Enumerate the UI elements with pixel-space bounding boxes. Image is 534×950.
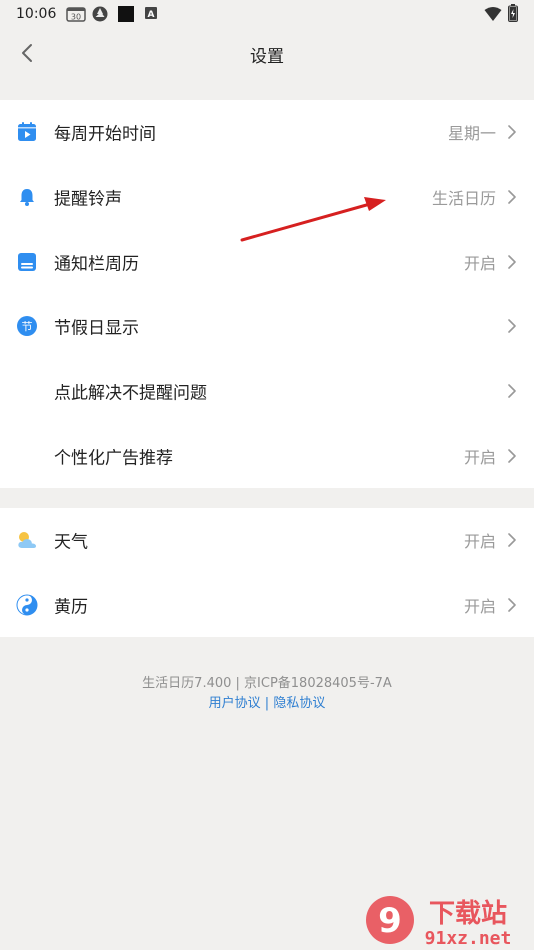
status-time: 10:06 [16, 6, 57, 22]
setting-row-reminder-sound[interactable]: 提醒铃声 生活日历 [0, 165, 534, 230]
setting-value: 开启 [463, 597, 496, 617]
setting-label: 点此解决不提醒问题 [54, 383, 207, 404]
version-line: 生活日历7.400 | 京ICP备18028405号-7A [142, 676, 392, 691]
chevron-right-icon [508, 319, 516, 334]
watermark-logo: 9 下载站 91xz.net [366, 896, 512, 949]
watermark-logo-text: 9 [378, 901, 402, 941]
footer: 生活日历7.400 | 京ICP备18028405号-7A 用户协议 | 隐私协… [0, 674, 534, 714]
setting-label: 通知栏周历 [54, 254, 139, 275]
setting-value: 星期一 [447, 124, 496, 144]
notification-calendar-icon [18, 252, 36, 271]
watermark-cn-text: 下载站 [429, 899, 507, 929]
setting-row-personalized-ads[interactable]: 个性化广告推荐 开启 [0, 423, 534, 488]
bell-icon [20, 189, 34, 207]
footer-link-separator: | [264, 696, 270, 711]
calendar-status-icon: 30 [66, 7, 86, 22]
setting-label: 个性化广告推荐 [54, 448, 173, 469]
status-bar: 10:06 30 A [0, 0, 534, 28]
chevron-right-icon [508, 448, 516, 463]
setting-label: 黄历 [54, 597, 88, 618]
chevron-right-icon [508, 598, 516, 612]
calendar-status-date: 30 [71, 13, 81, 22]
setting-value: 开启 [463, 253, 496, 273]
black-square-status-icon [118, 6, 134, 22]
setting-row-weather[interactable]: 天气 开启 [0, 508, 534, 573]
yin-yang-icon [16, 594, 38, 616]
watermark-url-text: 91xz.net [425, 928, 512, 949]
chevron-right-icon [508, 125, 516, 140]
setting-label: 天气 [54, 532, 88, 553]
footer-links: 用户协议 | 隐私协议 [0, 694, 534, 714]
a-badge-status-icon: A [145, 7, 157, 20]
setting-value: 生活日历 [431, 189, 496, 209]
setting-label: 节假日显示 [54, 318, 139, 339]
setting-row-notification-calendar[interactable]: 通知栏周历 开启 [0, 229, 534, 294]
setting-label: 每周开始时间 [54, 124, 156, 145]
holiday-icon-char: 节 [22, 320, 33, 333]
setting-label: 提醒铃声 [54, 189, 122, 210]
settings-card-extras: 天气 开启 黄历 开启 [0, 508, 534, 638]
app-header: 设置 [0, 28, 534, 80]
page-title: 设置 [250, 47, 284, 67]
chevron-right-icon [508, 190, 516, 204]
privacy-agreement-link[interactable]: 隐私协议 [273, 696, 325, 711]
chevron-right-icon [508, 254, 516, 269]
setting-row-week-start[interactable]: 每周开始时间 星期一 [0, 100, 534, 165]
holiday-jie-icon: 节 [17, 316, 37, 337]
calendar-play-icon [18, 122, 36, 142]
chevron-right-icon [508, 533, 516, 548]
battery-icon [508, 4, 518, 22]
chevron-right-icon [508, 384, 516, 398]
setting-row-holiday-display[interactable]: 节 节假日显示 [0, 294, 534, 359]
setting-row-almanac[interactable]: 黄历 开启 [0, 573, 534, 638]
a-badge-letter: A [148, 10, 155, 20]
setting-value: 开启 [463, 447, 496, 467]
aperture-status-icon [92, 6, 108, 22]
user-agreement-link[interactable]: 用户协议 [209, 696, 261, 711]
settings-card-general: 每周开始时间 星期一 提醒铃声 生活日历 通知栏周历 开启 节 节假日显示 点此… [0, 100, 534, 489]
weather-cloud-sun-icon [18, 532, 36, 549]
setting-row-fix-reminder[interactable]: 点此解决不提醒问题 [0, 359, 534, 424]
wifi-icon [484, 7, 502, 21]
setting-value: 开启 [463, 532, 496, 552]
